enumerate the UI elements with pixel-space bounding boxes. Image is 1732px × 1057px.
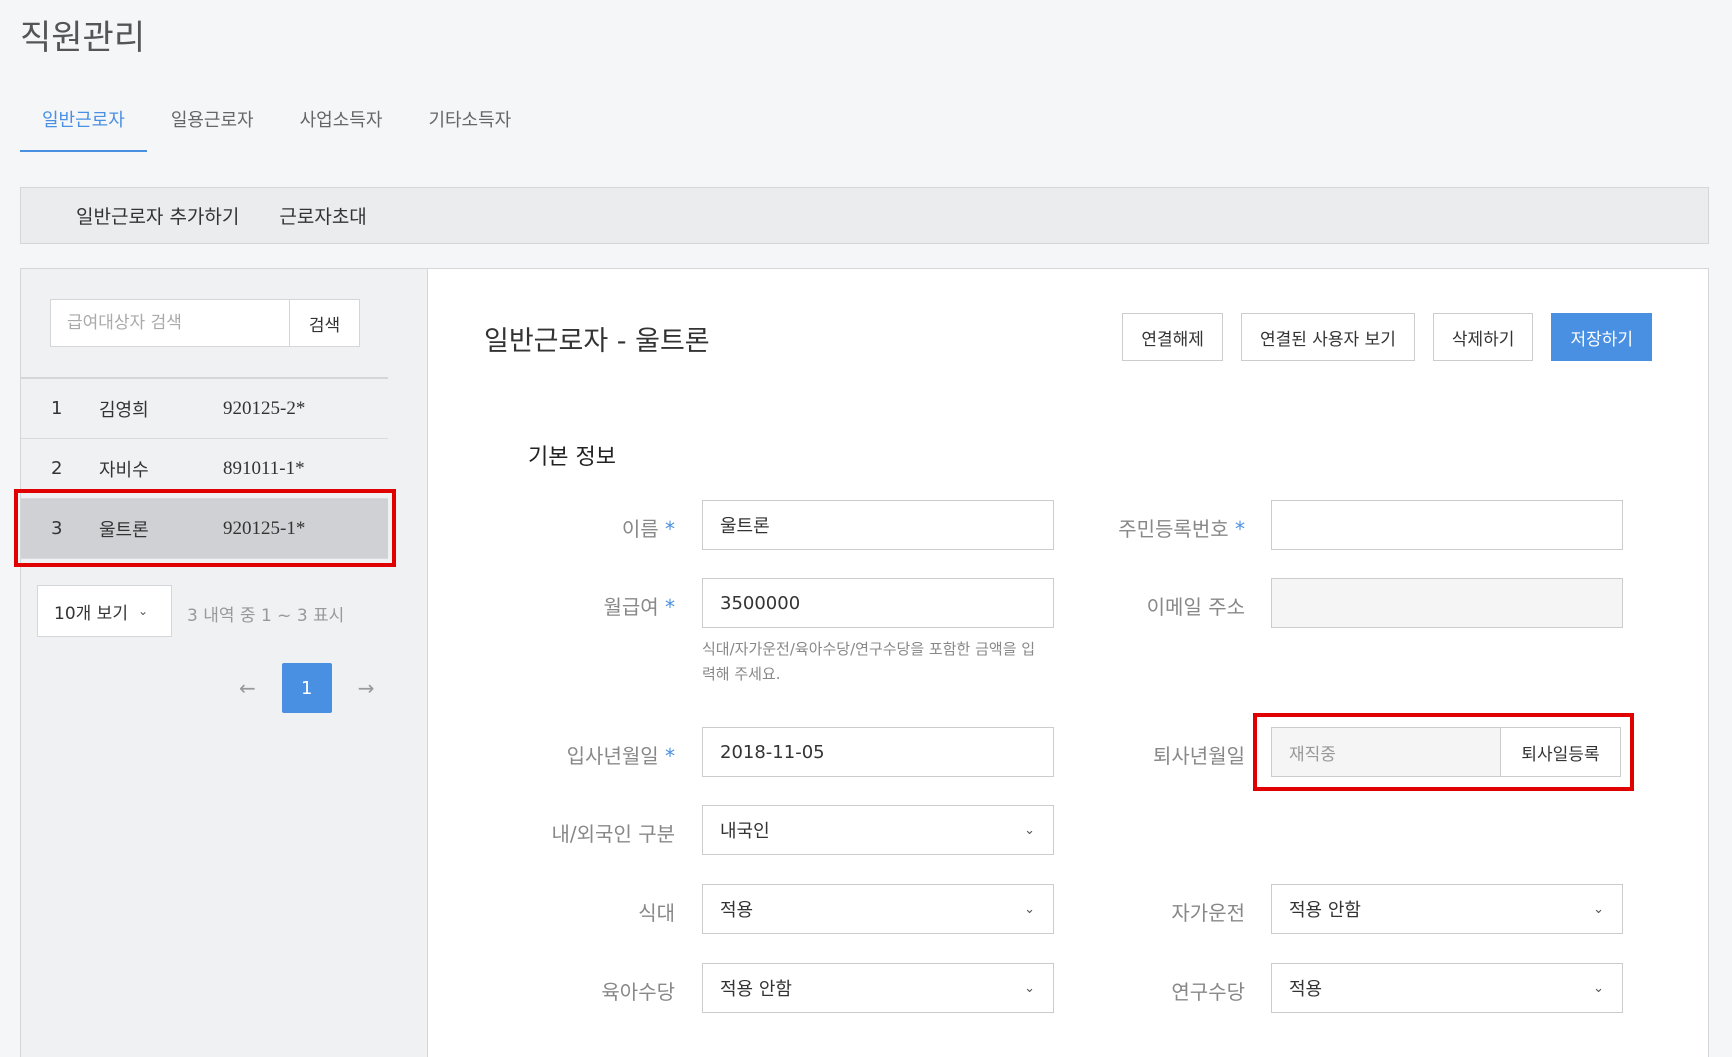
employee-name: 울트론 xyxy=(99,519,149,541)
search-input[interactable] xyxy=(50,299,290,347)
detail-title: 일반근로자 - 울트론 xyxy=(484,326,710,357)
employee-type-tabs: 일반근로자 일용근로자 사업소득자 기타소득자 xyxy=(20,98,533,152)
chevron-down-icon: ⌄ xyxy=(1593,901,1604,917)
childcare-select[interactable]: 적용 안함 ⌄ xyxy=(702,963,1054,1013)
page-size-select[interactable]: 10개 보기 ⌄ xyxy=(37,585,172,637)
car-select[interactable]: 적용 안함 ⌄ xyxy=(1271,884,1623,934)
tab-daily-worker[interactable]: 일용근로자 xyxy=(149,98,276,152)
name-field[interactable]: 울트론 xyxy=(702,500,1054,550)
employee-name: 김영희 xyxy=(99,399,149,421)
page-title: 직원관리 xyxy=(20,18,146,58)
nationality-select[interactable]: 내국인 ⌄ xyxy=(702,805,1054,855)
resign-date-group: 재직중 퇴사일등록 xyxy=(1271,727,1621,777)
resign-date-label: 퇴사년월일 xyxy=(1153,744,1245,768)
join-date-label: 입사년월일 * xyxy=(566,744,675,768)
chevron-down-icon: ⌄ xyxy=(1024,980,1035,996)
section-title: 기본 정보 xyxy=(528,445,616,470)
view-linked-user-button[interactable]: 연결된 사용자 보기 xyxy=(1240,313,1415,361)
research-label: 연구수당 xyxy=(1171,980,1245,1004)
page-number-button[interactable]: 1 xyxy=(281,663,332,713)
prev-page-arrow-icon[interactable]: ← xyxy=(239,676,256,700)
unlink-button[interactable]: 연결해제 xyxy=(1122,313,1223,361)
search-bar: 검색 xyxy=(50,299,360,347)
rrn-label: 주민등록번호 * xyxy=(1118,517,1245,541)
employee-rrn: 920125-2* xyxy=(223,397,306,419)
pagination: ← 1 → xyxy=(239,663,375,713)
tab-business-income[interactable]: 사업소득자 xyxy=(278,98,405,152)
employee-rrn: 891011-1* xyxy=(223,457,305,479)
page-size-value: 10개 보기 xyxy=(54,603,128,624)
chevron-down-icon: ⌄ xyxy=(1593,980,1604,996)
car-label: 자가운전 xyxy=(1171,901,1245,925)
employee-detail-panel: 일반근로자 - 울트론 연결해제 연결된 사용자 보기 삭제하기 저장하기 기본… xyxy=(427,268,1709,1057)
add-regular-worker-button[interactable]: 일반근로자 추가하기 xyxy=(76,202,239,229)
childcare-label: 육아수당 xyxy=(601,980,675,1004)
toolbar: 일반근로자 추가하기 근로자초대 xyxy=(20,187,1709,244)
employee-number: 3 xyxy=(51,518,63,539)
salary-help-text: 식대/자가운전/육아수당/연구수당을 포함한 금액을 입력해 주세요. xyxy=(702,640,1036,683)
delete-button[interactable]: 삭제하기 xyxy=(1432,313,1534,361)
email-label: 이메일 주소 xyxy=(1146,595,1245,619)
name-label: 이름 * xyxy=(621,517,675,541)
employee-list-panel: 검색 1 김영희 920125-2* 2 자비수 891011-1* 3 울트론… xyxy=(20,268,427,1057)
save-button[interactable]: 저장하기 xyxy=(1551,313,1652,361)
meal-label: 식대 xyxy=(638,901,675,925)
chevron-down-icon: ⌄ xyxy=(1024,901,1035,917)
rrn-field[interactable] xyxy=(1271,500,1623,550)
nationality-label: 내/외국인 구분 xyxy=(551,822,676,846)
salary-label: 월급여 * xyxy=(603,595,675,619)
employee-number: 1 xyxy=(51,398,63,419)
search-button[interactable]: 검색 xyxy=(290,299,360,347)
employee-rrn: 920125-1* xyxy=(223,517,306,539)
resign-date-field[interactable]: 재직중 xyxy=(1271,727,1501,777)
tab-regular-worker[interactable]: 일반근로자 xyxy=(20,98,147,152)
salary-field[interactable]: 3500000 xyxy=(702,578,1054,628)
employee-name: 자비수 xyxy=(99,459,149,481)
employee-row[interactable]: 1 김영희 920125-2* xyxy=(21,379,388,439)
tab-other-income[interactable]: 기타소득자 xyxy=(406,98,533,152)
employee-row-selected[interactable]: 3 울트론 920125-1* xyxy=(21,499,388,559)
detail-actions: 연결해제 연결된 사용자 보기 삭제하기 저장하기 xyxy=(1104,313,1652,361)
employee-row[interactable]: 2 자비수 891011-1* xyxy=(21,439,388,499)
join-date-field[interactable]: 2018-11-05 xyxy=(702,727,1054,777)
page-info: 3 내역 중 1 ~ 3 표시 xyxy=(187,606,345,626)
meal-select[interactable]: 적용 ⌄ xyxy=(702,884,1054,934)
chevron-down-icon: ⌄ xyxy=(137,604,149,618)
email-field[interactable] xyxy=(1271,578,1623,628)
next-page-arrow-icon[interactable]: → xyxy=(358,676,375,700)
employee-list: 1 김영희 920125-2* 2 자비수 891011-1* 3 울트론 92… xyxy=(21,377,388,559)
employee-number: 2 xyxy=(51,458,63,479)
research-select[interactable]: 적용 ⌄ xyxy=(1271,963,1623,1013)
register-resign-date-button[interactable]: 퇴사일등록 xyxy=(1501,727,1621,777)
invite-worker-button[interactable]: 근로자초대 xyxy=(279,202,366,229)
chevron-down-icon: ⌄ xyxy=(1024,822,1035,838)
